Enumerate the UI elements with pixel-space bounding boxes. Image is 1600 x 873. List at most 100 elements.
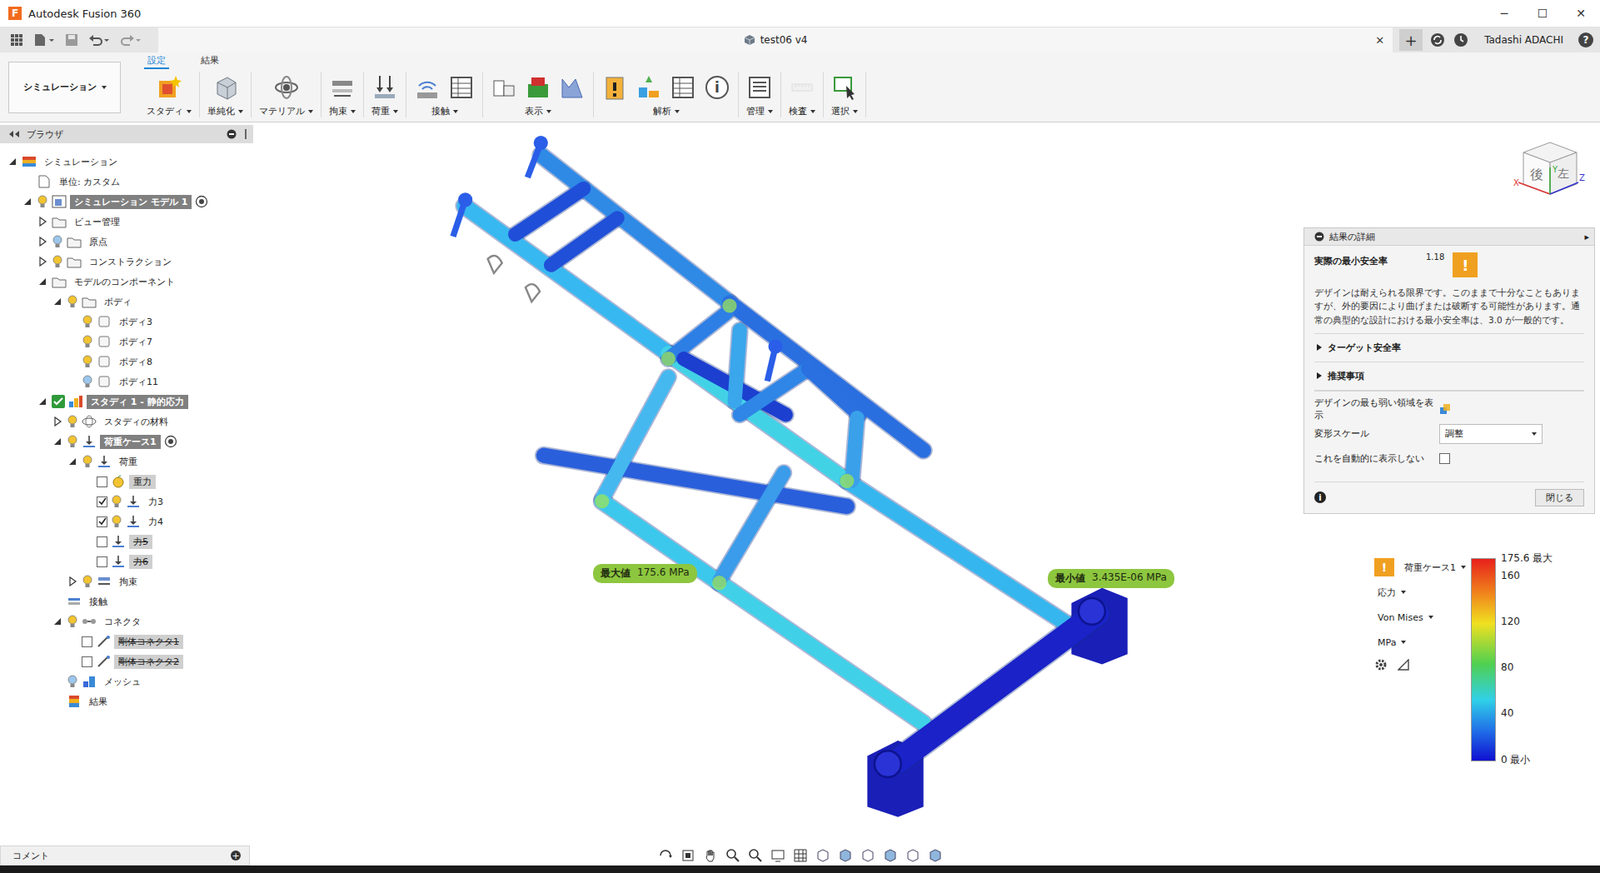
- visibility-bulb-icon[interactable]: [81, 374, 94, 389]
- material-tool-icon[interactable]: [273, 74, 300, 101]
- expanded-triangle-icon[interactable]: [37, 276, 48, 287]
- legend-dropdown[interactable]: MPa: [1374, 633, 1410, 652]
- deform-scale-dropdown[interactable]: 調整: [1439, 423, 1543, 444]
- expander[interactable]: [51, 675, 64, 688]
- tree-item[interactable]: 接触: [0, 591, 254, 612]
- add-comment-button[interactable]: +: [230, 850, 241, 861]
- minimize-icon[interactable]: [226, 129, 237, 140]
- tool-group-label[interactable]: 解析: [652, 104, 680, 118]
- expander[interactable]: [36, 395, 49, 408]
- expander[interactable]: [51, 295, 64, 308]
- tool-group-label[interactable]: 単純化: [207, 104, 244, 118]
- expander[interactable]: [51, 695, 64, 708]
- tree-item[interactable]: スタディの材料: [0, 411, 254, 432]
- expanded-triangle-icon[interactable]: [67, 456, 78, 467]
- tree-checkbox[interactable]: [81, 636, 93, 648]
- zoom-icon[interactable]: [725, 847, 741, 863]
- collapse-panel-button[interactable]: ▸: [1584, 231, 1590, 243]
- tree-item[interactable]: ボディ: [0, 291, 254, 312]
- precheck-tool-icon[interactable]: [601, 74, 629, 101]
- visibility-bulb-icon[interactable]: [110, 514, 123, 529]
- workspace-selector[interactable]: シミュレーション: [8, 61, 121, 114]
- simplify-tool-icon[interactable]: [212, 74, 240, 101]
- expander[interactable]: [66, 335, 79, 348]
- tree-item[interactable]: 力6: [0, 551, 254, 572]
- table-tool-icon[interactable]: [448, 74, 475, 101]
- orbit-icon[interactable]: [657, 847, 673, 863]
- toolbar-tab[interactable]: 結果: [197, 52, 223, 70]
- tree-item[interactable]: ボディ7: [0, 331, 254, 352]
- visibility-bulb-icon[interactable]: [66, 434, 79, 449]
- expanded-triangle-icon[interactable]: [7, 156, 18, 167]
- inspect-tool-icon[interactable]: [788, 74, 816, 101]
- expander[interactable]: [66, 455, 79, 468]
- tool-group-label[interactable]: マテリアル: [259, 104, 314, 118]
- tree-item[interactable]: 重力: [0, 471, 254, 492]
- tree-item[interactable]: 荷重: [0, 451, 254, 472]
- collapse-browser-icon[interactable]: [8, 129, 20, 139]
- expander[interactable]: [81, 475, 94, 488]
- cube2-icon[interactable]: [837, 847, 853, 863]
- study-tool-icon[interactable]: [155, 74, 183, 101]
- visibility-bulb-icon[interactable]: [81, 574, 94, 589]
- tree-item[interactable]: 力4: [0, 511, 254, 532]
- expander[interactable]: [36, 235, 49, 248]
- user-name[interactable]: Tadashi ADACHI: [1475, 34, 1572, 46]
- activate-target-icon[interactable]: [164, 434, 178, 449]
- cube6-icon[interactable]: [927, 847, 943, 863]
- toolbar-tab[interactable]: 設定: [144, 52, 170, 70]
- expander[interactable]: [66, 655, 79, 668]
- expander[interactable]: [66, 355, 79, 368]
- tree-item[interactable]: モデルのコンポーネント: [0, 271, 254, 292]
- manage-tool-icon[interactable]: [746, 74, 773, 101]
- tree-item[interactable]: スタディ 1 - 静的応力: [0, 391, 254, 412]
- minimize-icon[interactable]: [1314, 231, 1325, 242]
- redo-icon[interactable]: [119, 33, 142, 47]
- expanded-triangle-icon[interactable]: [22, 196, 33, 207]
- tool-group-label[interactable]: スタディ: [146, 104, 192, 118]
- tree-checkbox[interactable]: [96, 516, 108, 528]
- tree-item[interactable]: ボディ3: [0, 311, 254, 332]
- close-button[interactable]: 閉じる: [1535, 488, 1585, 507]
- expander[interactable]: [21, 195, 34, 208]
- legend-dropdown[interactable]: 荷重ケース1: [1404, 558, 1470, 577]
- expander[interactable]: [81, 535, 94, 548]
- load-tool-icon[interactable]: [371, 74, 399, 101]
- tree-item[interactable]: 力5: [0, 531, 254, 552]
- collapsed-triangle-icon[interactable]: [37, 236, 48, 247]
- tree-item[interactable]: 結果: [0, 691, 254, 712]
- close-tab-button[interactable]: ✕: [1375, 34, 1393, 47]
- info-icon[interactable]: i: [1314, 491, 1326, 504]
- tool-group-label[interactable]: 接触: [431, 104, 459, 118]
- visibility-bulb-icon[interactable]: [110, 494, 123, 509]
- visibility-bulb-icon[interactable]: [81, 334, 94, 349]
- sync-icon[interactable]: [1429, 31, 1446, 49]
- look-icon[interactable]: [680, 847, 696, 863]
- tree-item[interactable]: 力3: [0, 491, 254, 512]
- expander[interactable]: [66, 575, 79, 588]
- document-tab[interactable]: test06 v4✕: [158, 27, 1393, 53]
- visibility-bulb-icon[interactable]: [51, 254, 64, 269]
- tree-item[interactable]: 荷重ケース1: [0, 431, 254, 452]
- contact-tool-icon[interactable]: [413, 74, 441, 101]
- collapsed-triangle-icon[interactable]: [37, 256, 48, 267]
- cube1-icon[interactable]: [815, 847, 831, 863]
- file-menu-icon[interactable]: [33, 33, 55, 47]
- tree-item[interactable]: ボディ11: [0, 371, 254, 392]
- expander[interactable]: [81, 555, 94, 568]
- expander[interactable]: [81, 495, 94, 508]
- visibility-bulb-icon[interactable]: [81, 354, 94, 369]
- cube5-icon[interactable]: [905, 847, 921, 863]
- tool-group-label[interactable]: 選択: [831, 104, 858, 118]
- tree-checkbox[interactable]: [96, 556, 108, 568]
- collapsed-triangle-icon[interactable]: [52, 416, 63, 427]
- cube4-icon[interactable]: [882, 847, 898, 863]
- apps-grid-icon[interactable]: [9, 33, 24, 47]
- window-control-button[interactable]: ✕: [1561, 6, 1600, 20]
- visibility-bulb-icon[interactable]: [81, 454, 94, 469]
- tree-item[interactable]: ビュー管理: [0, 211, 254, 232]
- tree-item[interactable]: 原点: [0, 231, 254, 252]
- expander[interactable]: [51, 435, 64, 448]
- expander[interactable]: [81, 515, 94, 528]
- display-b-tool-icon[interactable]: [524, 74, 552, 101]
